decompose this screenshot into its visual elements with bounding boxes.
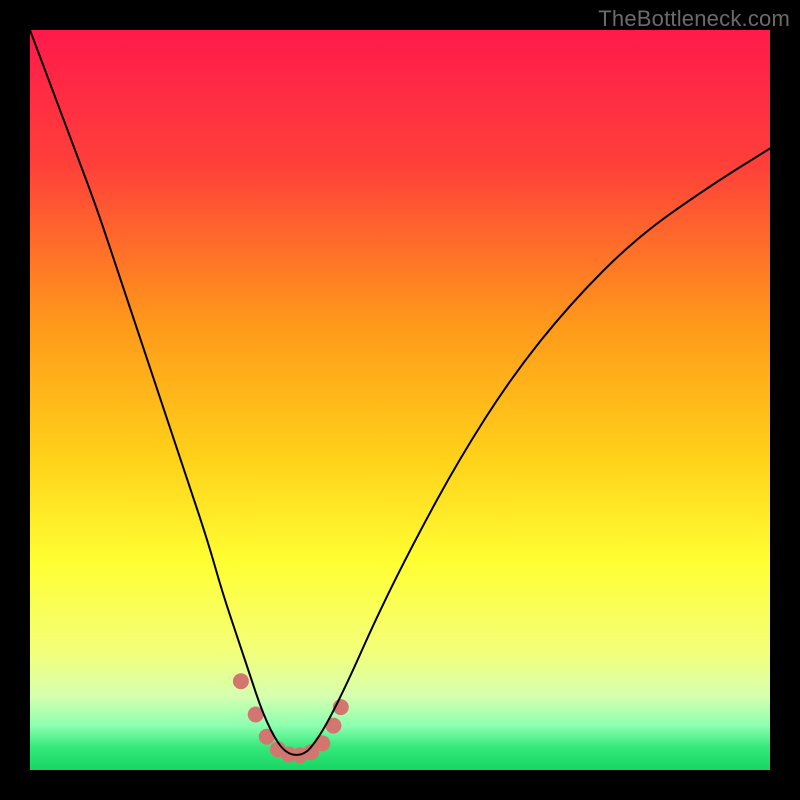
- watermark-text: TheBottleneck.com: [598, 6, 790, 32]
- curve-layer: [30, 30, 770, 770]
- plot-area: [30, 30, 770, 770]
- highlight-markers: [233, 673, 349, 763]
- chart-frame: TheBottleneck.com: [0, 0, 800, 800]
- bottleneck-curve: [30, 30, 770, 755]
- highlight-dot: [233, 673, 249, 689]
